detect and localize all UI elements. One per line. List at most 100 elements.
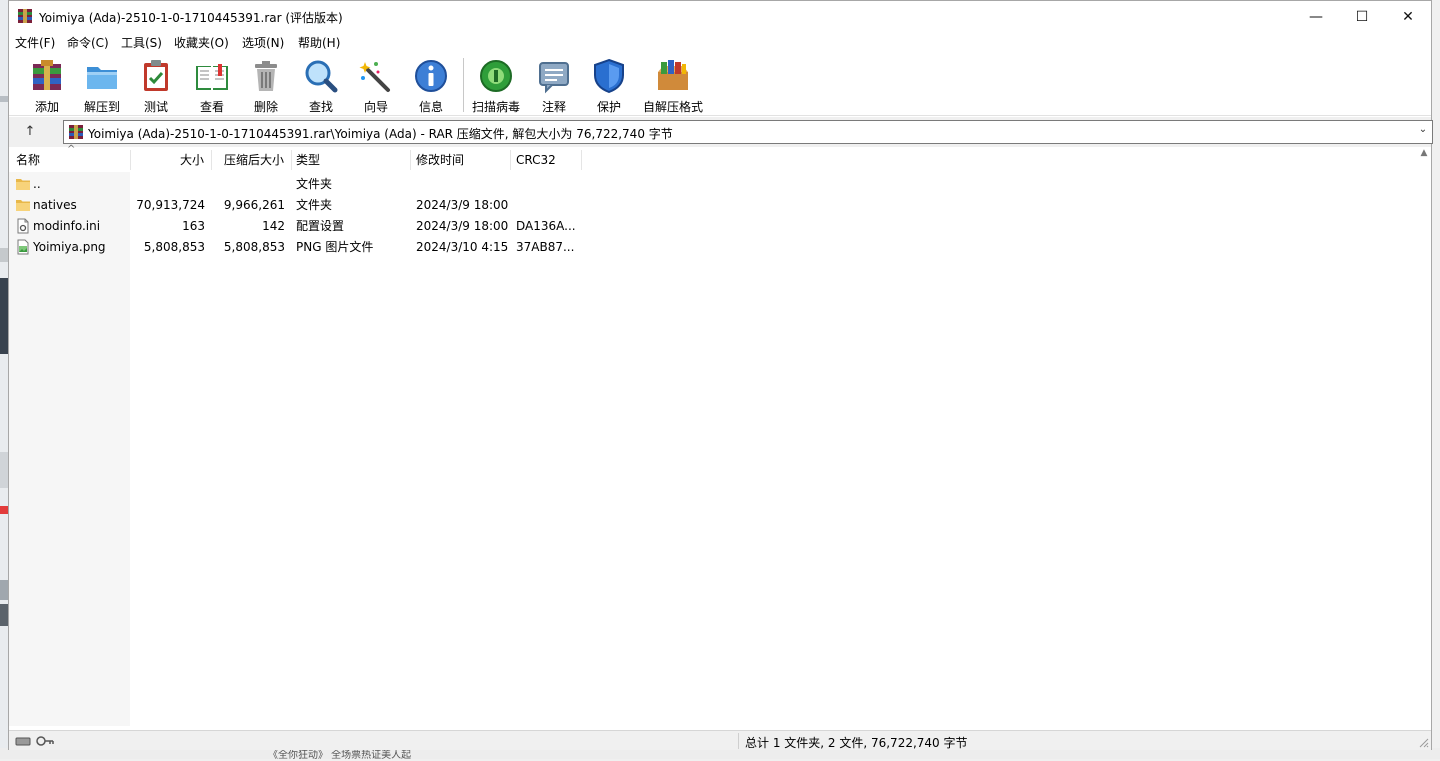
wizard-button[interactable]: 向导: [348, 56, 404, 114]
view-book-icon: [196, 64, 228, 90]
info-icon: [415, 60, 447, 92]
trash-icon: [255, 61, 277, 91]
column-divider[interactable]: [581, 150, 582, 170]
comment-icon: [539, 62, 569, 94]
column-divider[interactable]: [291, 150, 292, 170]
column-type[interactable]: 类型: [296, 148, 320, 172]
file-packed-size: 5,808,853: [223, 240, 285, 254]
sort-ascending-icon: ^: [67, 144, 76, 155]
status-bar: 总计 1 文件夹, 2 文件, 76,722,740 字节: [9, 730, 1431, 750]
view-button[interactable]: 查看: [184, 56, 240, 114]
minimize-button[interactable]: —: [1293, 1, 1339, 32]
menu-file[interactable]: 文件(F): [15, 34, 55, 51]
file-modified: 2024/3/9 18:00: [416, 219, 509, 233]
file-modified: 2024/3/10 4:15: [416, 240, 509, 254]
resize-grip-icon[interactable]: [1419, 738, 1429, 748]
magnifier-icon: [305, 60, 338, 93]
column-packed-size[interactable]: 压缩后大小: [224, 148, 284, 172]
desktop-background: [0, 0, 8, 759]
folder-icon: [16, 179, 30, 190]
file-name: natives: [33, 198, 77, 212]
folder-icon: [16, 200, 30, 211]
file-list[interactable]: 名称 ^ 大小 压缩后大小 类型 修改时间 CRC32 .. 文件夹 nativ…: [9, 144, 1431, 726]
menu-commands[interactable]: 命令(C): [67, 34, 109, 51]
protect-label: 保护: [596, 100, 621, 114]
winrar-app-icon: [18, 9, 32, 23]
menu-options[interactable]: 选项(N): [242, 34, 284, 51]
file-name: modinfo.ini: [33, 219, 101, 233]
menu-bar: 文件(F) 命令(C) 工具(S) 收藏夹(O) 选项(N) 帮助(H): [9, 32, 1431, 52]
column-crc32[interactable]: CRC32: [516, 148, 556, 172]
path-text: Yoimiya (Ada)-2510-1-0-1710445391.rar\Yo…: [88, 127, 673, 141]
delete-label: 删除: [253, 100, 278, 114]
file-row-yoimiya-png[interactable]: Yoimiya.png 5,808,853 5,808,853 PNG 图片文件…: [9, 237, 1431, 258]
menu-favorites[interactable]: 收藏夹(O): [174, 34, 229, 51]
file-name: ..: [33, 177, 41, 191]
column-divider[interactable]: [410, 150, 411, 170]
file-row-modinfo[interactable]: modinfo.ini 163 142 配置设置 2024/3/9 18:00 …: [9, 216, 1431, 237]
file-row-parent[interactable]: .. 文件夹: [9, 174, 1431, 195]
path-field[interactable]: Yoimiya (Ada)-2510-1-0-1710445391.rar\Yo…: [63, 120, 1433, 144]
file-type: 配置设置: [296, 219, 345, 233]
address-bar: ↑ Yoimiya (Ada)-2510-1-0-1710445391.rar\…: [9, 117, 1433, 147]
column-divider[interactable]: [211, 150, 212, 170]
find-button[interactable]: 查找: [293, 56, 349, 114]
sfx-button[interactable]: 自解压格式: [643, 56, 703, 114]
status-summary: 总计 1 文件夹, 2 文件, 76,722,740 字节: [745, 736, 968, 750]
scroll-up-icon[interactable]: ▲: [1417, 148, 1431, 162]
column-header: 名称 ^ 大小 压缩后大小 类型 修改时间 CRC32: [9, 144, 1431, 172]
file-modified: 2024/3/9 18:00: [416, 198, 509, 212]
test-button[interactable]: 测试: [128, 56, 184, 114]
column-divider[interactable]: [510, 150, 511, 170]
png-file-icon: [17, 239, 29, 255]
file-packed-size: 9,966,261: [223, 198, 285, 212]
winrar-window: Yoimiya (Ada)-2510-1-0-1710445391.rar (评…: [8, 0, 1433, 750]
up-folder-button[interactable]: ↑: [19, 122, 41, 142]
virus-scan-icon: [480, 60, 512, 92]
test-clipboard-icon: [144, 60, 168, 91]
maximize-button[interactable]: ☐: [1339, 1, 1385, 32]
toolbar: 添加 解压到 测试 查看 删除 查找 向导 信息 扫描病毒 注释 保护 自解压格…: [9, 52, 1431, 116]
file-packed-size: 142: [262, 219, 285, 233]
wizard-label: 向导: [363, 100, 388, 114]
status-divider: [738, 733, 739, 749]
toolbar-separator: [463, 58, 464, 112]
info-button[interactable]: 信息: [403, 56, 459, 114]
comment-button[interactable]: 注释: [526, 56, 582, 114]
title-bar: Yoimiya (Ada)-2510-1-0-1710445391.rar (评…: [9, 1, 1431, 32]
menu-tools[interactable]: 工具(S): [121, 34, 162, 51]
extract-to-label: 解压到: [83, 100, 120, 114]
column-modified[interactable]: 修改时间: [416, 148, 464, 172]
add-button[interactable]: 添加: [19, 56, 75, 114]
add-label: 添加: [34, 100, 59, 114]
file-crc32: 37AB87...: [516, 240, 575, 254]
column-name[interactable]: 名称: [16, 148, 40, 172]
file-type: 文件夹: [296, 177, 333, 191]
file-size: [131, 174, 205, 195]
wizard-wand-icon: [359, 62, 390, 92]
virus-scan-label: 扫描病毒: [471, 100, 520, 114]
protect-button[interactable]: 保护: [581, 56, 637, 114]
comment-label: 注释: [541, 100, 566, 114]
drive-key-icon[interactable]: [15, 734, 55, 748]
shield-icon: [594, 58, 624, 94]
extract-to-button[interactable]: 解压到: [74, 56, 130, 114]
extract-folder-icon: [87, 67, 117, 89]
delete-button[interactable]: 删除: [238, 56, 294, 114]
file-crc32: DA136A...: [516, 219, 576, 233]
find-label: 查找: [308, 100, 333, 114]
virus-scan-button[interactable]: 扫描病毒: [468, 56, 524, 114]
chevron-down-icon[interactable]: ⌄: [1416, 124, 1430, 140]
file-type: PNG 图片文件: [296, 240, 374, 254]
close-button[interactable]: ✕: [1385, 1, 1431, 32]
sfx-box-icon: [658, 60, 688, 90]
file-row-natives[interactable]: natives 70,913,724 9,966,261 文件夹 2024/3/…: [9, 195, 1431, 216]
view-label: 查看: [199, 100, 224, 114]
file-size: 5,808,853: [143, 240, 205, 254]
file-type: 文件夹: [296, 198, 333, 212]
add-archive-icon: [33, 60, 61, 90]
test-label: 测试: [143, 100, 168, 114]
column-size[interactable]: 大小: [180, 148, 204, 172]
menu-help[interactable]: 帮助(H): [298, 34, 340, 51]
column-divider[interactable]: [130, 150, 131, 170]
